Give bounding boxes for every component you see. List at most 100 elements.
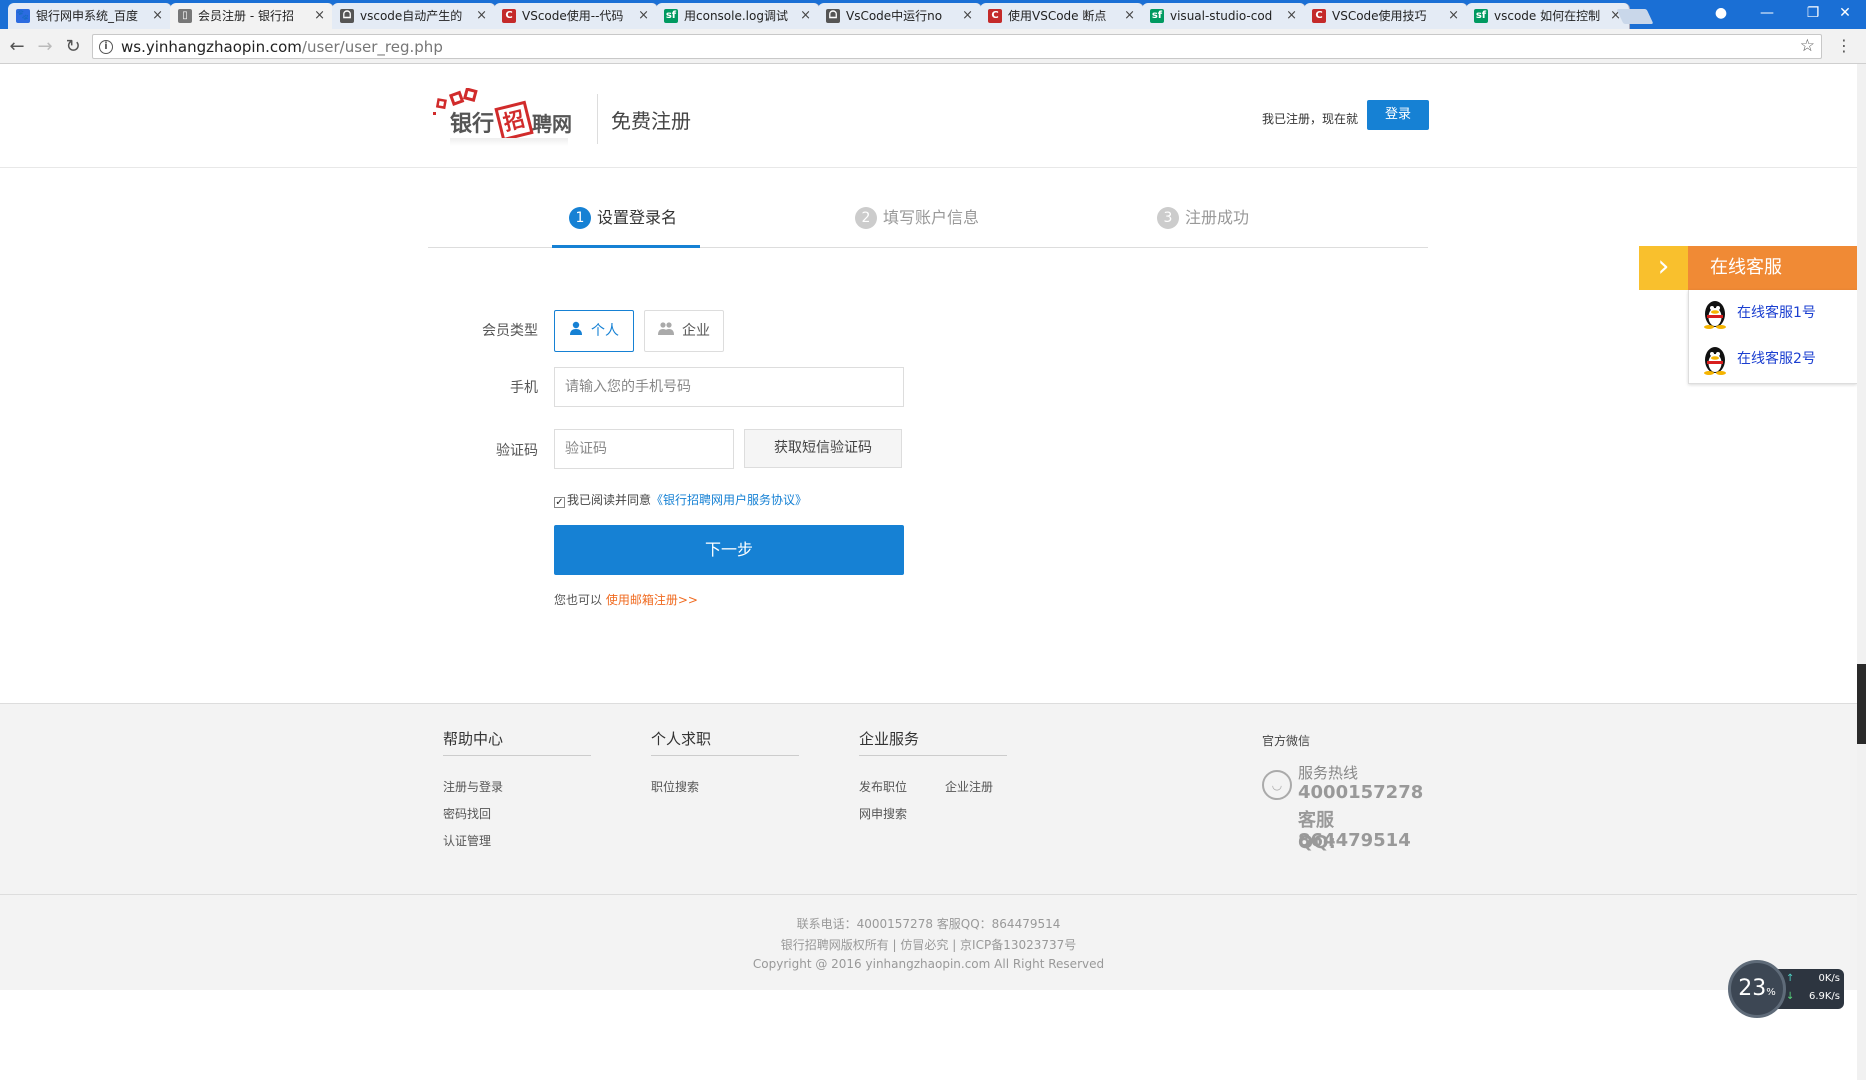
browser-tab[interactable]: sf vscode 如何在控制 × — [1466, 3, 1630, 29]
tab-close-icon[interactable]: × — [152, 3, 163, 29]
contact-line: 联系电话：4000157278 客服QQ：864479514 — [796, 917, 1061, 931]
footer-link[interactable]: 企业注册 — [945, 778, 993, 795]
browser-tab[interactable]: sf 用console.log调试 × — [656, 3, 820, 29]
address-bar[interactable]: i ws.yinhangzhaopin.com/user/user_reg.ph… — [92, 34, 1822, 59]
header-divider — [597, 94, 598, 144]
tab-close-icon[interactable]: × — [638, 3, 649, 29]
url-host: ws.yinhangzhaopin.com — [121, 38, 302, 56]
agreement-link[interactable]: 《银行招聘网用户服务协议》 — [651, 493, 807, 507]
community-icon: ᗝ — [826, 9, 840, 23]
type-personal-label: 个人 — [591, 323, 619, 339]
tab-title: 银行网申系统_百度 — [36, 9, 139, 23]
browser-tab[interactable]: C VSCode使用技巧 × — [1304, 3, 1468, 29]
tab-title: vscode 如何在控制 — [1494, 9, 1601, 23]
speed-panel: ↑ 0K/s ↓ 6.9K/s — [1778, 969, 1844, 1009]
scrollbar-thumb[interactable] — [1857, 664, 1866, 744]
tab-close-icon[interactable]: × — [1448, 3, 1459, 29]
tab-close-icon[interactable]: × — [314, 3, 325, 29]
get-sms-code-button[interactable]: 获取短信验证码 — [744, 429, 902, 468]
tab-close-icon[interactable]: × — [800, 3, 811, 29]
qq-penguin-icon — [1703, 345, 1726, 375]
email-register-link[interactable]: 使用邮箱注册>> — [606, 593, 698, 607]
qq-number: 864479514 — [1298, 830, 1411, 851]
type-personal-button[interactable]: 个人 — [554, 310, 634, 352]
info-icon[interactable]: i — [99, 40, 113, 54]
minimize-button[interactable]: — — [1744, 0, 1790, 29]
next-step-button[interactable]: 下一步 — [554, 525, 904, 575]
browser-menu-icon[interactable]: ⋮ — [1834, 36, 1854, 55]
segmentfault-icon: sf — [1474, 9, 1488, 23]
page-scrollbar[interactable] — [1857, 64, 1866, 1080]
smiley-service-icon: ◡ — [1262, 770, 1292, 800]
qq-penguin-icon — [1703, 299, 1726, 329]
browser-tab[interactable]: sf visual-studio-cod × — [1142, 3, 1306, 29]
online-service-panel: › 在线客服 在线客服1号 在线客服2号 — [1639, 246, 1857, 384]
segmentfault-icon: sf — [1150, 9, 1164, 23]
service-item-1[interactable]: 在线客服1号 — [1703, 298, 1816, 329]
type-enterprise-button[interactable]: 企业 — [644, 310, 724, 352]
new-tab-button[interactable] — [1616, 9, 1654, 24]
tab-title: visual-studio-cod — [1170, 9, 1273, 23]
agreement-row: ✓ 我已阅读并同意《银行招聘网用户服务协议》 — [554, 492, 807, 508]
online-service-list: 在线客服1号 在线客服2号 — [1688, 290, 1857, 384]
tab-title: vscode自动产生的 — [360, 9, 463, 23]
collapse-arrow-icon[interactable]: › — [1639, 246, 1688, 290]
browser-tab[interactable]: ᗝ vscode自动产生的 × — [332, 3, 496, 29]
online-service-title: 在线客服 — [1688, 246, 1857, 290]
browser-tab-strip: 🐾 银行网申系统_百度 × ▯ 会员注册 - 银行招 × ᗝ vscode自动产生的 × C VSc… — [0, 0, 1866, 29]
tab-close-icon[interactable]: × — [476, 3, 487, 29]
hotline-number: 4000157278 — [1298, 782, 1424, 803]
logo-reflection — [450, 138, 568, 146]
browser-tab[interactable]: ᗝ VsCode中运行no × — [818, 3, 982, 29]
back-icon[interactable]: ← — [6, 36, 28, 58]
page-icon: ▯ — [178, 9, 192, 23]
footer-col-title: 企业服务 — [859, 728, 1007, 756]
agree-text: 我已阅读并同意 — [567, 493, 652, 507]
type-enterprise-label: 企业 — [682, 323, 710, 339]
site-header: 银行 招 聘网 免费注册 我已注册，现在就 登录 — [0, 64, 1857, 168]
footer-link[interactable]: 职位搜索 — [651, 778, 699, 795]
bookmark-star-icon[interactable]: ☆ — [1800, 36, 1815, 56]
browser-toolbar: ← → ↻ i ws.yinhangzhaopin.com/user/user_… — [0, 29, 1866, 64]
tab-close-icon[interactable]: × — [962, 3, 973, 29]
wechat-label: 官方微信 — [1262, 734, 1311, 748]
code-input[interactable]: 验证码 — [554, 429, 734, 469]
community-icon: ᗝ — [340, 9, 354, 23]
footer-col-jobseek: 个人求职 职位搜索 — [651, 728, 799, 794]
footer-link[interactable]: 注册与登录 — [443, 778, 503, 795]
browser-tab[interactable]: ▯ 会员注册 - 银行招 × — [170, 3, 334, 29]
browser-tab[interactable]: 🐾 银行网申系统_百度 × — [8, 3, 172, 29]
forward-icon[interactable]: → — [34, 36, 56, 58]
agree-checkbox[interactable]: ✓ — [554, 497, 565, 508]
footer-link[interactable]: 发布职位 — [859, 778, 907, 795]
tab-close-icon[interactable]: × — [1286, 3, 1297, 29]
url-path: /user/user_reg.php — [301, 38, 443, 56]
rights-line: 银行招聘网版权所有 | 仿冒必究 | 京ICP备13023737号 — [780, 938, 1077, 952]
footer-link[interactable]: 认证管理 — [443, 832, 491, 849]
tab-title: 使用VSCode 断点 — [1008, 9, 1107, 23]
tab-title: VSCode使用技巧 — [1332, 9, 1427, 23]
browser-tab[interactable]: C 使用VSCode 断点 × — [980, 3, 1144, 29]
phone-input[interactable]: 请输入您的手机号码 — [554, 367, 904, 407]
download-arrow-icon: ↓ — [1786, 991, 1795, 1002]
step-3-label: 注册成功 — [1185, 208, 1250, 227]
site-logo[interactable]: 银行 招 聘网 — [432, 88, 592, 150]
service-item-2[interactable]: 在线客服2号 — [1703, 344, 1816, 375]
step-3: 3 注册成功 — [1157, 206, 1249, 230]
reload-icon[interactable]: ↻ — [62, 36, 84, 58]
upload-speed: ↑ 0K/s — [1786, 973, 1840, 984]
footer-link[interactable]: 密码找回 — [443, 805, 491, 822]
alt-text: 您也可以 — [554, 593, 603, 607]
phone-label: 手机 — [510, 380, 538, 396]
network-speed-widget[interactable]: ↑ 0K/s ↓ 6.9K/s 23% — [1728, 960, 1846, 1018]
download-speed: ↓ 6.9K/s — [1786, 991, 1840, 1002]
step-2-number: 2 — [855, 207, 877, 229]
tab-close-icon[interactable]: × — [1124, 3, 1135, 29]
profile-icon[interactable]: ● — [1698, 0, 1744, 29]
browser-tab[interactable]: C VScode使用--代码 × — [494, 3, 658, 29]
step-1-label: 设置登录名 — [597, 208, 678, 227]
step-1: 1 设置登录名 — [569, 206, 677, 230]
login-button[interactable]: 登录 — [1367, 100, 1429, 130]
close-window-button[interactable]: ✕ — [1825, 0, 1865, 29]
footer-link[interactable]: 网申搜索 — [859, 805, 907, 822]
